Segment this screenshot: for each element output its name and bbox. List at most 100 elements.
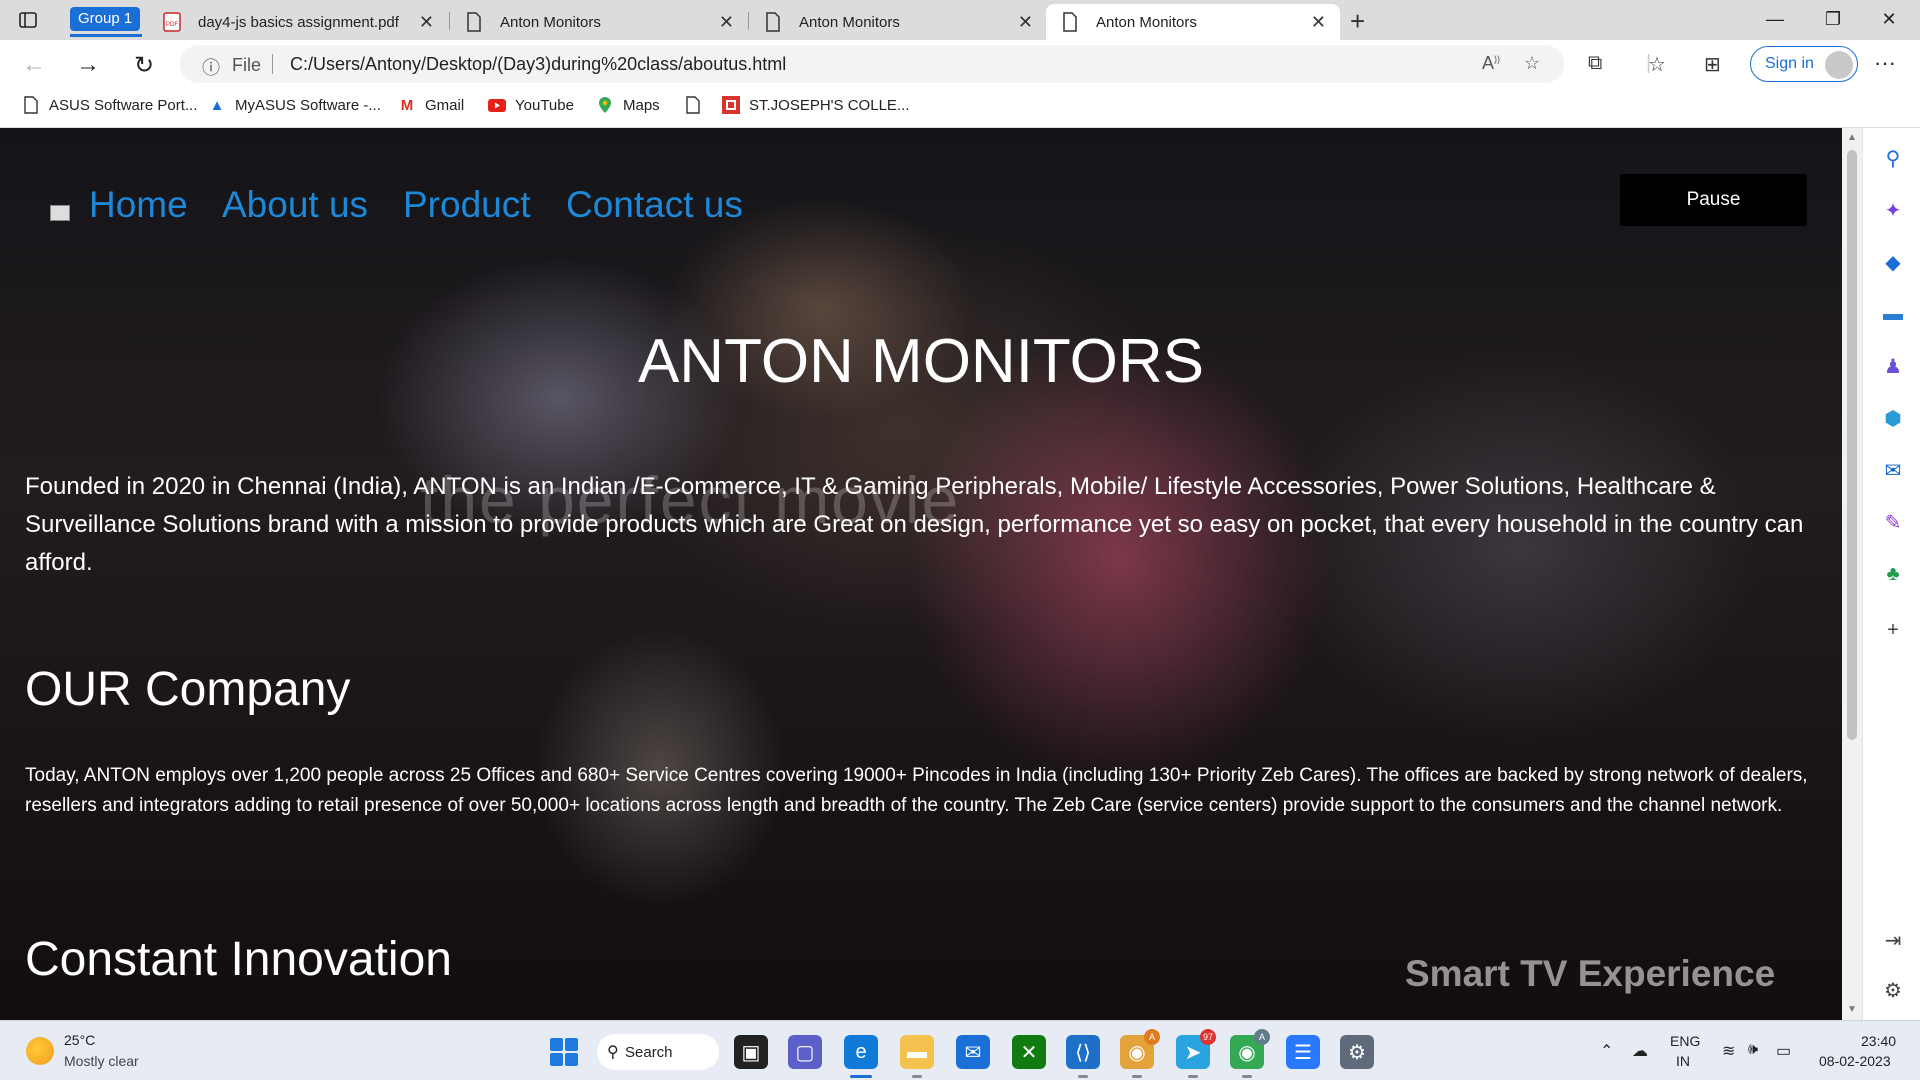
favorite-label: ASUS Software Port... — [49, 96, 198, 114]
youtube-icon — [488, 96, 506, 114]
url-text[interactable]: C:/Users/Antony/Desktop/(Day3)during%20c… — [290, 54, 786, 75]
region-indicator[interactable]: IN — [1676, 1053, 1690, 1069]
collections-icon[interactable]: ⊞ — [1704, 52, 1721, 77]
weather-temperature[interactable]: 25°C — [64, 1032, 95, 1048]
tab-pdf[interactable]: PDF day4-js basics assignment.pdf ✕ — [148, 4, 448, 40]
nav-home[interactable]: Home — [89, 184, 188, 226]
shopping-tag-icon[interactable]: ◆ — [1881, 250, 1905, 274]
info-icon[interactable]: ⓘ — [202, 54, 220, 80]
close-icon[interactable]: ✕ — [1311, 12, 1326, 33]
outlook-icon[interactable]: ✉ — [1881, 458, 1905, 482]
favorite-myasus[interactable]: ▲ MyASUS Software -... — [208, 96, 381, 114]
scheme-label: File — [232, 55, 262, 75]
omnibox-divider — [272, 54, 273, 74]
chrome-profile-a-icon[interactable]: ◉ A — [1120, 1029, 1160, 1078]
page-scrollbar[interactable]: ▲ ▼ — [1842, 128, 1862, 1020]
close-icon[interactable]: ✕ — [419, 12, 434, 33]
taskbar-search[interactable]: ⚲ Search — [597, 1034, 719, 1070]
broken-logo-image[interactable] — [50, 205, 70, 221]
telegram-icon[interactable]: ➤ 97 — [1176, 1029, 1216, 1078]
maps-icon — [596, 96, 614, 114]
active-indicator — [850, 1075, 872, 1078]
tools-icon[interactable]: ▬ — [1881, 302, 1905, 326]
innovation-heading: Constant Innovation — [25, 933, 452, 986]
tab-group-chip[interactable]: Group 1 — [70, 7, 141, 31]
extensions-icon[interactable]: ⧉ — [1588, 52, 1602, 75]
avatar — [1825, 51, 1853, 79]
minimize-icon[interactable]: — — [1752, 4, 1798, 34]
add-sidebar-app-icon[interactable]: + — [1881, 618, 1905, 642]
copilot-icon[interactable]: ✦ — [1881, 198, 1905, 222]
battery-icon[interactable]: ▭ — [1776, 1041, 1791, 1061]
favorite-untitled[interactable] — [684, 96, 711, 114]
favorites-bar: ASUS Software Port... ▲ MyASUS Software … — [0, 88, 1920, 128]
sign-in-button[interactable]: Sign in — [1750, 46, 1858, 82]
refresh-icon[interactable]: ↻ — [128, 50, 160, 80]
clock-date[interactable]: 08-02-2023 — [1819, 1053, 1891, 1069]
address-bar[interactable]: ⓘ File C:/Users/Antony/Desktop/(Day3)dur… — [180, 45, 1564, 83]
favorite-maps[interactable]: Maps — [596, 96, 660, 114]
forward-icon[interactable]: → — [72, 50, 104, 80]
weather-description[interactable]: Mostly clear — [64, 1053, 139, 1069]
close-icon[interactable]: ✕ — [1018, 12, 1033, 33]
intro-paragraph: Founded in 2020 in Chennai (India), ANTO… — [25, 473, 1804, 576]
teams-icon[interactable]: ▢ — [788, 1035, 822, 1069]
tab-anton-2[interactable]: Anton Monitors ✕ — [749, 4, 1047, 40]
favorite-gmail[interactable]: M Gmail — [398, 96, 464, 114]
scroll-up-icon[interactable]: ▲ — [1847, 132, 1857, 143]
start-button[interactable] — [550, 1038, 578, 1066]
mail-icon[interactable]: ✉ — [956, 1035, 990, 1069]
designer-icon[interactable]: ✎ — [1881, 510, 1905, 534]
back-icon[interactable]: ← — [18, 50, 50, 80]
page-icon — [464, 12, 484, 32]
wifi-icon[interactable]: ≋ — [1722, 1041, 1735, 1061]
add-favorite-icon[interactable]: ☆ — [1524, 53, 1540, 74]
tab-actions-icon[interactable] — [14, 7, 42, 33]
favorite-college[interactable]: ST.JOSEPH'S COLLE... — [722, 96, 909, 114]
nav-product[interactable]: Product — [403, 184, 531, 226]
xbox-icon[interactable]: ✕ — [1012, 1035, 1046, 1069]
chrome-profile-b-icon[interactable]: ◉ A — [1230, 1029, 1270, 1078]
settings-app-icon[interactable]: ⚙ — [1340, 1035, 1374, 1069]
language-indicator[interactable]: ENG — [1670, 1033, 1700, 1049]
profile-badge: A — [1254, 1029, 1270, 1045]
edge-icon[interactable]: e — [844, 1035, 878, 1078]
favorite-label: MyASUS Software -... — [235, 96, 381, 114]
gmail-icon: M — [400, 96, 414, 114]
weather-moon-icon[interactable] — [26, 1037, 54, 1065]
hide-sidebar-icon[interactable]: ⇥ — [1881, 928, 1905, 952]
nav-contact-us[interactable]: Contact us — [566, 184, 743, 226]
tab-anton-active[interactable]: Anton Monitors ✕ — [1046, 4, 1340, 40]
tree-icon[interactable]: ♣ — [1881, 562, 1905, 586]
show-hidden-icons-chevron-icon[interactable]: ⌃ — [1600, 1041, 1613, 1061]
close-icon[interactable]: ✕ — [719, 12, 734, 33]
notepad-icon[interactable]: ☰ — [1286, 1035, 1320, 1069]
more-options-icon[interactable]: ··· — [1874, 50, 1896, 76]
onedrive-cloud-icon[interactable]: ☁ — [1632, 1041, 1648, 1061]
close-window-icon[interactable]: ✕ — [1866, 4, 1912, 34]
office-icon[interactable]: ⬢ — [1881, 406, 1905, 430]
read-aloud-icon[interactable]: A)) — [1482, 53, 1500, 74]
favorite-asus-portal[interactable]: ASUS Software Port... — [22, 96, 197, 114]
vscode-icon[interactable]: ⟨⟩ — [1066, 1035, 1100, 1078]
tab-anton-1[interactable]: Anton Monitors ✕ — [450, 4, 748, 40]
file-explorer-icon[interactable]: ▬ — [900, 1035, 934, 1078]
scroll-down-icon[interactable]: ▼ — [1847, 1004, 1857, 1015]
settings-gear-icon[interactable]: ⚙ — [1881, 978, 1905, 1002]
restore-icon[interactable]: ❐ — [1810, 4, 1856, 34]
sign-in-label: Sign in — [1765, 55, 1814, 72]
pause-video-button[interactable]: Pause — [1620, 174, 1807, 226]
clock-time[interactable]: 23:40 — [1861, 1033, 1896, 1049]
favorite-youtube[interactable]: YouTube — [488, 96, 574, 114]
asus-icon: ▲ — [209, 96, 225, 114]
nav-about-us[interactable]: About us — [222, 184, 368, 226]
search-icon[interactable]: ⚲ — [1881, 146, 1905, 170]
task-view-icon[interactable]: ▣ — [734, 1035, 768, 1069]
tab-title: Anton Monitors — [500, 13, 601, 31]
new-tab-icon[interactable]: + — [1350, 6, 1365, 37]
scrollbar-thumb[interactable] — [1847, 150, 1857, 740]
volume-icon[interactable]: 🕪 — [1748, 1041, 1758, 1059]
games-icon[interactable]: ♟ — [1881, 354, 1905, 378]
favorites-icon[interactable]: ☆ — [1648, 52, 1666, 77]
pdf-icon: PDF — [162, 12, 182, 32]
